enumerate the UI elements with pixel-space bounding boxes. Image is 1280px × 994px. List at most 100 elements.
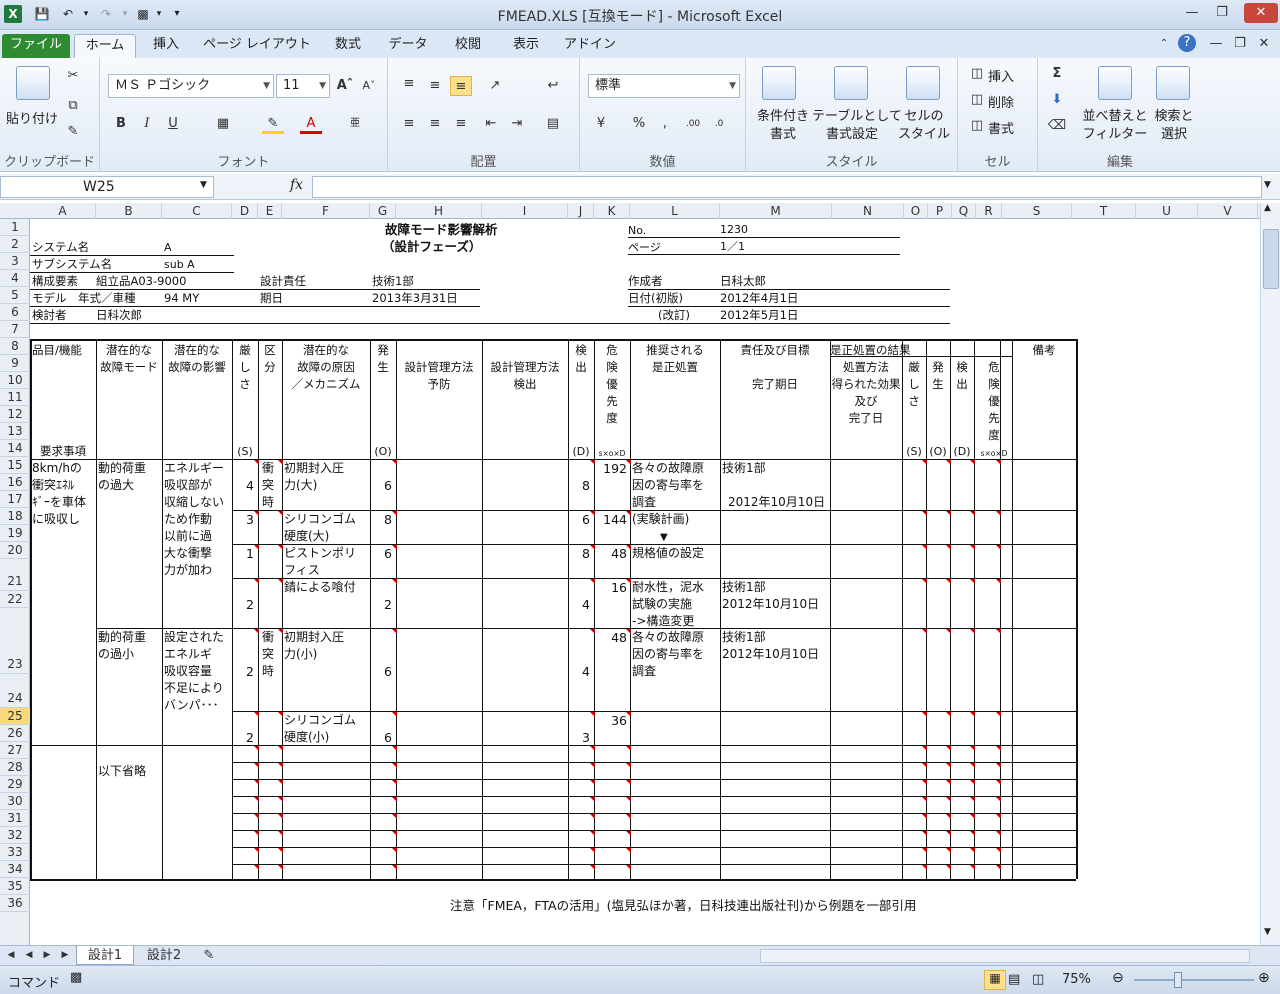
- insert-cells-icon[interactable]: ◫: [966, 64, 988, 84]
- row-header[interactable]: 32: [0, 827, 30, 844]
- comment-marker-icon[interactable]: [392, 814, 397, 819]
- comment-marker-icon[interactable]: [590, 780, 595, 785]
- column-header[interactable]: A: [30, 203, 96, 219]
- column-header[interactable]: L: [630, 203, 720, 219]
- close-icon[interactable]: ✕: [1244, 3, 1278, 23]
- comment-marker-icon[interactable]: [922, 579, 927, 584]
- expand-formula-icon[interactable]: ▼: [1264, 180, 1271, 190]
- comment-marker-icon[interactable]: [278, 814, 283, 819]
- last-sheet-icon[interactable]: ▶: [58, 946, 72, 965]
- comment-marker-icon[interactable]: [922, 865, 927, 870]
- comment-marker-icon[interactable]: [626, 865, 631, 870]
- clear-icon[interactable]: ⌫: [1046, 116, 1068, 136]
- row-header[interactable]: 23: [0, 608, 30, 674]
- comment-marker-icon[interactable]: [626, 831, 631, 836]
- first-sheet-icon[interactable]: ◀: [4, 946, 18, 965]
- comment-marker-icon[interactable]: [590, 848, 595, 853]
- comment-marker-icon[interactable]: [254, 712, 259, 717]
- row-header[interactable]: 11: [0, 389, 30, 406]
- row-header[interactable]: 29: [0, 776, 30, 793]
- column-header[interactable]: M: [720, 203, 832, 219]
- font-name-combo[interactable]: ＭＳ Ｐゴシック ▼: [108, 74, 274, 98]
- italic-icon[interactable]: I: [136, 114, 158, 134]
- row-header[interactable]: 15: [0, 457, 30, 474]
- comment-marker-icon[interactable]: [590, 797, 595, 802]
- row-header[interactable]: 27: [0, 742, 30, 759]
- comment-marker-icon[interactable]: [392, 629, 397, 634]
- comment-marker-icon[interactable]: [254, 814, 259, 819]
- comment-marker-icon[interactable]: [970, 712, 975, 717]
- tab-review[interactable]: 校閲: [442, 34, 494, 58]
- comment-marker-icon[interactable]: [970, 763, 975, 768]
- row-header[interactable]: 25: [0, 708, 30, 725]
- comment-marker-icon[interactable]: [392, 746, 397, 751]
- row-header[interactable]: 26: [0, 725, 30, 742]
- comment-marker-icon[interactable]: [626, 746, 631, 751]
- comment-marker-icon[interactable]: [946, 579, 951, 584]
- comment-marker-icon[interactable]: [970, 814, 975, 819]
- increase-decimal-icon[interactable]: .00: [682, 114, 704, 134]
- insert-cells-button[interactable]: 挿入: [988, 66, 1014, 85]
- column-header[interactable]: D: [232, 203, 258, 219]
- comment-marker-icon[interactable]: [996, 848, 1001, 853]
- ribbon-minimize-icon[interactable]: ⌃: [1152, 34, 1176, 54]
- wrap-text-icon[interactable]: ↩: [542, 76, 564, 96]
- column-header[interactable]: C: [162, 203, 232, 219]
- comment-marker-icon[interactable]: [278, 545, 283, 550]
- comment-marker-icon[interactable]: [626, 797, 631, 802]
- comment-marker-icon[interactable]: [392, 780, 397, 785]
- comment-marker-icon[interactable]: [392, 712, 397, 717]
- comment-marker-icon[interactable]: [626, 814, 631, 819]
- row-header[interactable]: 19: [0, 525, 30, 542]
- book-minimize-icon[interactable]: —: [1204, 34, 1228, 54]
- comment-marker-icon[interactable]: [996, 797, 1001, 802]
- row-header[interactable]: 7: [0, 321, 30, 338]
- autosum-icon[interactable]: Σ: [1046, 64, 1068, 84]
- tab-page-layout[interactable]: ページ レイアウト: [198, 34, 316, 58]
- column-header[interactable]: Q: [952, 203, 976, 219]
- help-icon[interactable]: ?: [1178, 34, 1196, 52]
- row-header[interactable]: 31: [0, 810, 30, 827]
- column-header[interactable]: B: [96, 203, 162, 219]
- orientation-icon[interactable]: ↗: [484, 76, 506, 96]
- comment-marker-icon[interactable]: [278, 629, 283, 634]
- row-header[interactable]: 20: [0, 542, 30, 559]
- tab-insert[interactable]: 挿入: [140, 34, 192, 58]
- comment-marker-icon[interactable]: [970, 629, 975, 634]
- column-header[interactable]: S: [1002, 203, 1072, 219]
- comment-marker-icon[interactable]: [970, 511, 975, 516]
- comment-marker-icon[interactable]: [946, 797, 951, 802]
- column-header[interactable]: V: [1198, 203, 1258, 219]
- column-header[interactable]: N: [832, 203, 904, 219]
- comment-marker-icon[interactable]: [970, 831, 975, 836]
- tab-data[interactable]: データ: [380, 34, 436, 58]
- comment-marker-icon[interactable]: [590, 814, 595, 819]
- tab-view[interactable]: 表示: [500, 34, 552, 58]
- comment-marker-icon[interactable]: [254, 831, 259, 836]
- page-layout-view-icon[interactable]: ▤: [1008, 972, 1020, 987]
- increase-indent-icon[interactable]: ⇥: [506, 114, 528, 134]
- minimize-icon[interactable]: —: [1180, 3, 1204, 23]
- comment-marker-icon[interactable]: [946, 831, 951, 836]
- comment-marker-icon[interactable]: [392, 763, 397, 768]
- row-header[interactable]: 13: [0, 423, 30, 440]
- comment-marker-icon[interactable]: [922, 763, 927, 768]
- conditional-format-button[interactable]: 条件付き 書式: [752, 108, 814, 144]
- comment-marker-icon[interactable]: [970, 865, 975, 870]
- fill-icon[interactable]: ⬇: [1046, 90, 1068, 110]
- column-header[interactable]: F: [282, 203, 370, 219]
- comment-marker-icon[interactable]: [392, 579, 397, 584]
- row-header[interactable]: 28: [0, 759, 30, 776]
- row-header[interactable]: 5: [0, 287, 30, 304]
- comment-marker-icon[interactable]: [392, 460, 397, 465]
- comment-marker-icon[interactable]: [946, 865, 951, 870]
- comment-marker-icon[interactable]: [392, 797, 397, 802]
- comment-marker-icon[interactable]: [996, 629, 1001, 634]
- find-select-button[interactable]: 検索と 選択: [1150, 108, 1198, 144]
- column-header[interactable]: P: [928, 203, 952, 219]
- column-header[interactable]: H: [396, 203, 482, 219]
- macro-record-icon[interactable]: ▩: [70, 970, 82, 985]
- comment-marker-icon[interactable]: [946, 763, 951, 768]
- comment-marker-icon[interactable]: [970, 460, 975, 465]
- zoom-in-icon[interactable]: ⊕: [1258, 970, 1270, 986]
